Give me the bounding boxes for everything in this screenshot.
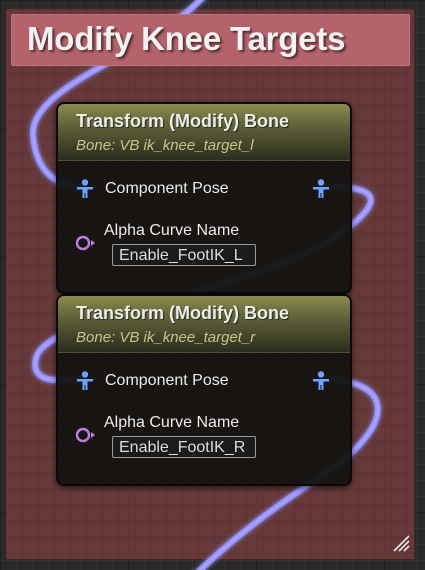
- alpha-curve-label: Alpha Curve Name: [104, 222, 240, 239]
- alpha-curve-input[interactable]: Enable_FootIK_R: [112, 436, 256, 458]
- alpha-curve-row: Alpha Curve Name Enable_FootIK_R: [58, 412, 350, 460]
- node-subtitle: Bone: VB ik_knee_target_r: [76, 329, 256, 346]
- name-pin-icon[interactable]: [74, 232, 96, 254]
- pose-pin-icon[interactable]: [74, 370, 96, 392]
- component-pose-row: Component Pose: [58, 370, 350, 396]
- component-pose-row: Component Pose: [58, 178, 350, 204]
- alpha-curve-label: Alpha Curve Name: [104, 414, 240, 431]
- node-header[interactable]: Transform (Modify) Bone Bone: VB ik_knee…: [58, 104, 350, 161]
- alpha-curve-input[interactable]: Enable_FootIK_L: [112, 244, 256, 266]
- node-header[interactable]: Transform (Modify) Bone Bone: VB ik_knee…: [58, 296, 350, 353]
- component-pose-label: Component Pose: [105, 372, 229, 389]
- node-title: Transform (Modify) Bone: [76, 303, 290, 323]
- resize-grip-icon[interactable]: [392, 534, 410, 552]
- component-pose-label: Component Pose: [105, 180, 229, 197]
- pose-pin-icon[interactable]: [74, 178, 96, 200]
- alpha-curve-row: Alpha Curve Name Enable_FootIK_L: [58, 220, 350, 268]
- comment-header[interactable]: Modify Knee Targets: [11, 14, 410, 66]
- comment-title: Modify Knee Targets: [27, 20, 346, 57]
- node-title: Transform (Modify) Bone: [76, 111, 290, 131]
- transform-bone-node-left[interactable]: Transform (Modify) Bone Bone: VB ik_knee…: [56, 102, 352, 294]
- name-pin-icon[interactable]: [74, 424, 96, 446]
- node-subtitle: Bone: VB ik_knee_target_l: [76, 137, 254, 154]
- pose-pin-icon[interactable]: [310, 370, 332, 392]
- pose-pin-icon[interactable]: [310, 178, 332, 200]
- transform-bone-node-right[interactable]: Transform (Modify) Bone Bone: VB ik_knee…: [56, 294, 352, 486]
